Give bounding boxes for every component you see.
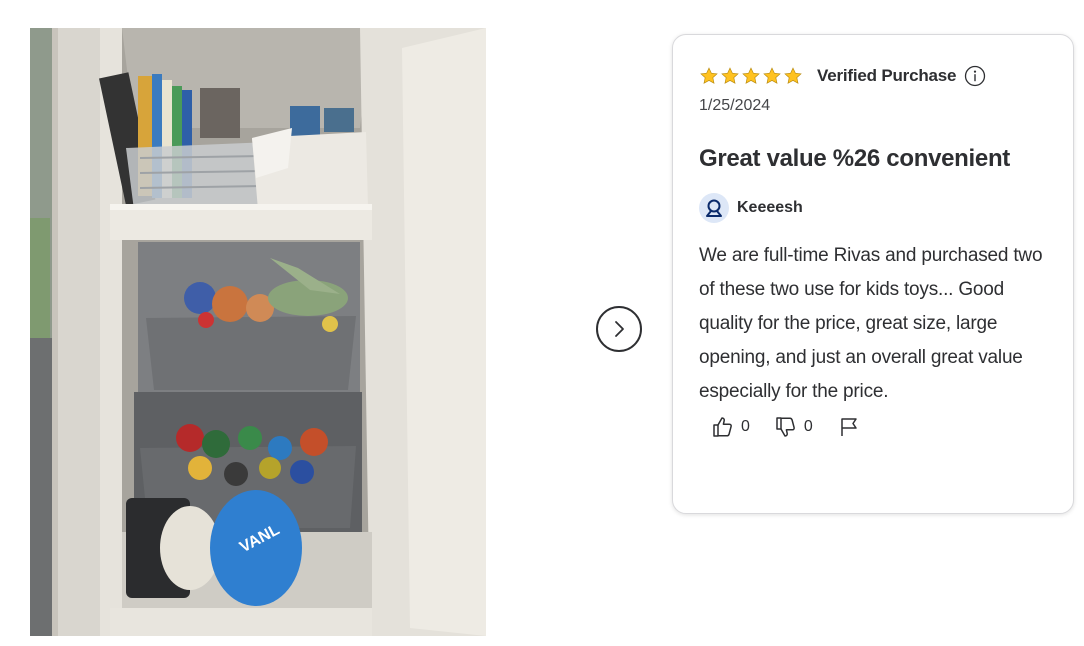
info-icon[interactable] <box>964 65 986 87</box>
review-actions: 0 0 <box>699 415 1047 439</box>
helpful-count: 0 <box>741 418 750 435</box>
review-title: Great value %26 convenient <box>699 145 1010 172</box>
review-card: Verified Purchase 1/25/2024 Great value … <box>672 34 1074 514</box>
star-icon <box>742 67 760 84</box>
avatar <box>699 193 729 223</box>
star-icon <box>721 67 739 84</box>
unhelpful-button[interactable]: 0 <box>774 415 813 439</box>
next-button[interactable] <box>596 306 642 352</box>
review-date: 1/25/2024 <box>699 97 771 114</box>
report-button[interactable] <box>837 415 861 439</box>
user-icon <box>706 199 722 217</box>
flag-icon <box>841 418 857 436</box>
chevron-right-icon <box>615 321 624 337</box>
review-body: We are full-time Rivas and purchased two… <box>699 245 1043 402</box>
author-name: Keeeesh <box>737 199 803 216</box>
verified-purchase-label: Verified Purchase <box>817 66 957 85</box>
thumbs-down-icon <box>776 417 795 437</box>
unhelpful-count: 0 <box>803 418 813 435</box>
helpful-button[interactable]: 0 <box>711 415 750 439</box>
star-icon <box>784 67 802 84</box>
thumbs-up-icon <box>713 417 732 437</box>
star-icon <box>700 67 718 84</box>
review-photo[interactable]: VANL <box>30 28 486 636</box>
rating-row: Verified Purchase <box>699 63 1047 89</box>
author-row: Keeeesh <box>699 193 1047 223</box>
star-rating <box>699 66 803 86</box>
star-icon <box>763 67 781 84</box>
